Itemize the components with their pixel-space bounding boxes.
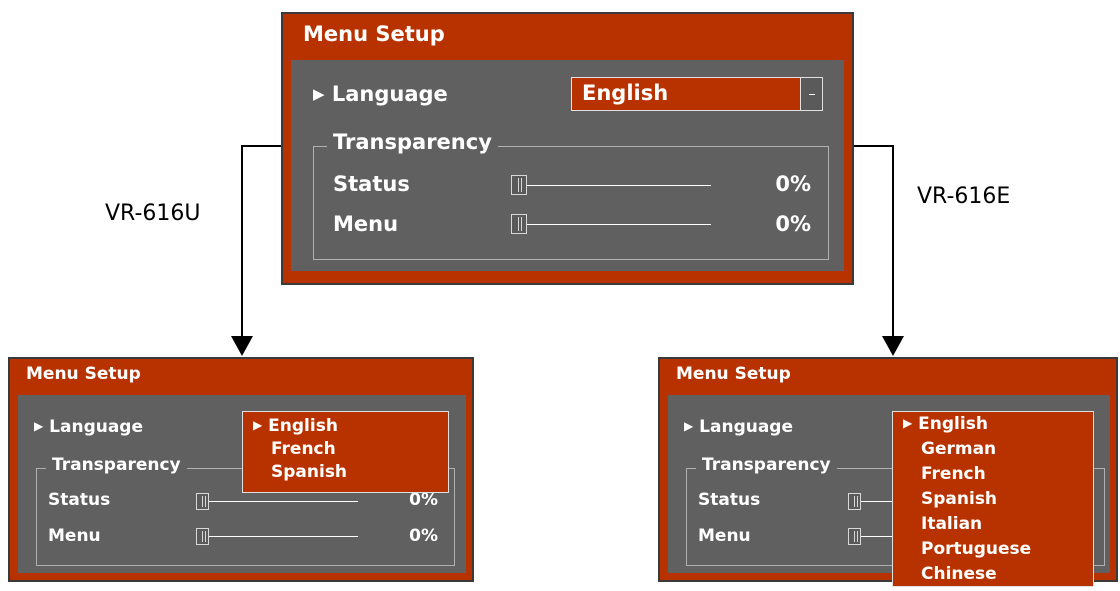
transparency-label: Transparency (327, 130, 498, 154)
menu-value: 0% (409, 526, 438, 546)
status-label: Status (48, 490, 111, 510)
language-dropdown-list: ▶ English German French Spanish Italian … (892, 411, 1094, 587)
caption-vr-616e: VR-616E (917, 184, 1011, 209)
menu-label: Menu (48, 526, 101, 546)
caption-vr-616u: VR-616U (105, 201, 201, 226)
dropdown-option-french[interactable]: French (271, 439, 336, 459)
menu-slider-thumb[interactable] (196, 528, 209, 545)
status-label: Status (333, 172, 410, 196)
menu-setup-panel-main: Menu Setup ▶ Language English Transparen… (281, 12, 854, 285)
dropdown-option-spanish[interactable]: Spanish (271, 462, 347, 482)
language-arrow-icon: ▶ (34, 419, 44, 433)
language-dropdown-list: ▶ English French Spanish (242, 411, 449, 493)
status-value: 0% (409, 490, 438, 510)
dropdown-option-english[interactable]: ▶ English (903, 414, 988, 434)
panel-title: Menu Setup (676, 364, 791, 384)
dropdown-option-chinese[interactable]: Chinese (921, 564, 997, 584)
menu-label: Menu (698, 526, 751, 546)
transparency-group (313, 146, 829, 260)
language-label: ▶ Language (34, 417, 144, 437)
menu-setup-panel-vr616u: Menu Setup ▶ Language Transparency Statu… (8, 357, 474, 582)
menu-slider-thumb[interactable] (848, 528, 861, 545)
status-slider-thumb[interactable] (196, 493, 209, 510)
dropdown-option-english[interactable]: ▶ English (253, 416, 338, 436)
language-label: ▶ Language (313, 82, 448, 106)
panel-title: Menu Setup (26, 364, 141, 384)
menu-slider-track[interactable] (511, 224, 711, 225)
menu-value: 0% (775, 212, 811, 236)
language-label: ▶ Language (684, 417, 794, 437)
menu-label: Menu (333, 212, 399, 236)
language-arrow-icon: ▶ (684, 419, 694, 433)
language-select-value: English (582, 81, 669, 105)
selected-arrow-icon: ▶ (253, 418, 263, 432)
dropdown-option-german[interactable]: German (921, 439, 996, 459)
transparency-label: Transparency (696, 455, 837, 475)
status-label: Status (698, 490, 761, 510)
status-slider-thumb[interactable] (848, 493, 861, 510)
selected-arrow-icon: ▶ (903, 416, 913, 430)
status-slider-track[interactable] (511, 185, 711, 186)
menu-setup-panel-vr616e: Menu Setup ▶ Language Transparency Statu… (658, 357, 1118, 587)
transparency-label: Transparency (46, 455, 187, 475)
panel-body: ▶ Language English Transparency Status 0… (291, 60, 844, 271)
menu-slider-thumb[interactable] (511, 214, 527, 234)
dropdown-button[interactable] (800, 78, 822, 110)
dropdown-option-portuguese[interactable]: Portuguese (921, 539, 1031, 559)
language-arrow-icon: ▶ (313, 85, 325, 103)
dropdown-option-spanish[interactable]: Spanish (921, 489, 997, 509)
panel-title: Menu Setup (303, 22, 445, 46)
dropdown-option-french[interactable]: French (921, 464, 986, 484)
dropdown-option-italian[interactable]: Italian (921, 514, 982, 534)
menu-slider-track[interactable] (196, 536, 358, 537)
language-select[interactable]: English (571, 77, 823, 111)
status-value: 0% (775, 172, 811, 196)
status-slider-thumb[interactable] (511, 175, 527, 195)
status-slider-track[interactable] (196, 501, 358, 502)
